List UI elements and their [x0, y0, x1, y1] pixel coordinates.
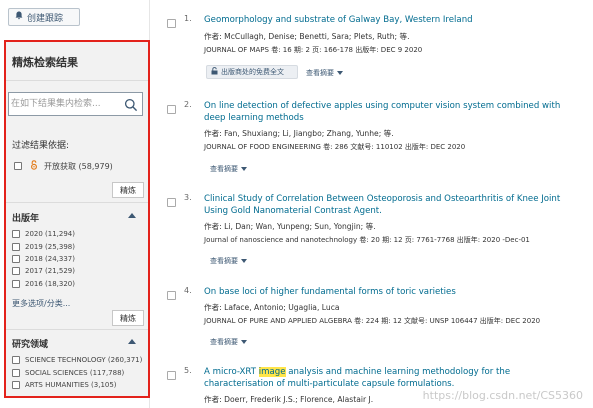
free-fulltext-button[interactable]: 出版商处的免费全文 — [206, 65, 298, 79]
result-source: Journal of nanoscience and nanotechnolog… — [204, 236, 530, 244]
result-title-link[interactable]: On line detection of defective apples us… — [204, 100, 574, 125]
search-hit-highlight: image — [258, 367, 286, 377]
result-source: JOURNAL OF MAPS 卷: 16 期: 2 页: 166-178 出版… — [204, 46, 423, 54]
result-checkbox[interactable] — [167, 19, 176, 28]
search-within-box — [8, 92, 143, 116]
checkbox[interactable] — [12, 380, 20, 389]
area-facet-item[interactable]: ARTS HUMANITIES (3,105) — [12, 379, 142, 391]
refine-year-button[interactable]: 精炼 — [112, 310, 144, 326]
checkbox[interactable] — [12, 230, 20, 239]
result-title-link[interactable]: On base loci of higher fundamental forms… — [204, 286, 574, 298]
result-source: JOURNAL OF FOOD ENGINEERING 卷: 286 文献号: … — [204, 143, 466, 151]
divider — [6, 329, 148, 330]
result-authors: 作者: Li, Dan; Wan, Yunpeng; Sun, Yongjin;… — [204, 222, 376, 231]
open-access-icon — [26, 160, 40, 172]
result-title-link[interactable]: A micro-XRT image analysis and machine l… — [204, 366, 574, 391]
result-source: JOURNAL OF PURE AND APPLIED ALGEBRA 卷: 2… — [204, 317, 541, 325]
refine-button[interactable]: 精炼 — [112, 182, 144, 198]
view-abstract-link[interactable]: 查看摘要 — [210, 164, 247, 174]
refine-title: 精炼检索结果 — [12, 56, 78, 69]
view-abstract-link[interactable]: 查看摘要 — [210, 337, 247, 347]
divider — [6, 80, 148, 81]
result-number: 4. — [184, 286, 192, 295]
watermark: https://blog.csdn.net/CS5360 — [422, 389, 583, 402]
open-access-checkbox[interactable] — [14, 162, 22, 170]
collapse-year-icon[interactable] — [128, 213, 136, 218]
open-lock-icon — [211, 67, 218, 77]
checkbox[interactable] — [12, 356, 20, 365]
result-authors: 作者: McCullagh, Denise; Benetti, Sara; Pl… — [204, 32, 410, 41]
more-options-link[interactable]: 更多选项/分类... — [12, 298, 70, 309]
research-area-title: 研究领域 — [12, 340, 49, 350]
filter-by-label: 过滤结果依据: — [12, 141, 70, 151]
area-facet-item[interactable]: SOCIAL SCIENCES (117,788) — [12, 366, 142, 378]
result-checkbox[interactable] — [167, 291, 176, 300]
open-access-filter[interactable]: 开放获取 (58,979) — [14, 160, 113, 172]
open-access-label: 开放获取 (58,979) — [44, 161, 113, 171]
result-number: 1. — [184, 14, 192, 23]
divider — [6, 202, 148, 203]
result-number: 2. — [184, 100, 192, 109]
year-facet-item[interactable]: 2019 (25,398) — [12, 240, 75, 252]
research-area-facet-list: SCIENCE TECHNOLOGY (260,371) SOCIAL SCIE… — [12, 354, 142, 391]
view-abstract-link[interactable]: 查看摘要 — [306, 68, 343, 78]
collapse-area-icon[interactable] — [128, 339, 136, 344]
search-icon[interactable] — [124, 97, 138, 112]
refine-results-panel: 精炼检索结果 过滤结果依据: 开放获取 (58,979) 精炼 出版年 2020… — [4, 40, 150, 398]
left-column: 创建跟踪 精炼检索结果 过滤结果依据: 开放获取 (58,979) 精炼 出版年… — [0, 0, 150, 408]
result-title-link[interactable]: Clinical Study of Correlation Between Os… — [204, 193, 574, 218]
result-authors: 作者: Laface, Antonio; Ugaglia, Luca — [204, 303, 340, 312]
view-abstract-link[interactable]: 查看摘要 — [210, 256, 247, 266]
search-within-input[interactable] — [9, 94, 117, 114]
checkbox[interactable] — [12, 267, 20, 276]
result-checkbox[interactable] — [167, 371, 176, 380]
publication-year-title: 出版年 — [12, 214, 40, 224]
checkbox[interactable] — [12, 242, 20, 251]
year-facet-item[interactable]: 2020 (11,294) — [12, 228, 75, 240]
create-alert-button[interactable]: 创建跟踪 — [8, 8, 80, 26]
area-facet-item[interactable]: SCIENCE TECHNOLOGY (260,371) — [12, 354, 142, 366]
create-alert-label: 创建跟踪 — [27, 13, 64, 24]
year-facet-item[interactable]: 2017 (21,529) — [12, 265, 75, 277]
result-title-link[interactable]: Geomorphology and substrate of Galway Ba… — [204, 14, 574, 26]
bell-icon — [15, 11, 23, 23]
result-number: 3. — [184, 193, 192, 202]
year-facet-item[interactable]: 2016 (18,320) — [12, 278, 75, 290]
result-authors: 作者: Fan, Shuxiang; Li, Jiangbo; Zhang, Y… — [204, 129, 394, 138]
result-checkbox[interactable] — [167, 198, 176, 207]
checkbox[interactable] — [12, 254, 20, 263]
result-number: 5. — [184, 366, 192, 375]
year-facet-list: 2020 (11,294) 2019 (25,398) 2018 (24,337… — [12, 228, 75, 290]
year-facet-item[interactable]: 2018 (24,337) — [12, 253, 75, 265]
result-checkbox[interactable] — [167, 105, 176, 114]
checkbox[interactable] — [12, 279, 20, 288]
checkbox[interactable] — [12, 368, 20, 377]
result-authors: 作者: Doerr, Frederik J.S.; Florence, Alas… — [204, 395, 374, 404]
